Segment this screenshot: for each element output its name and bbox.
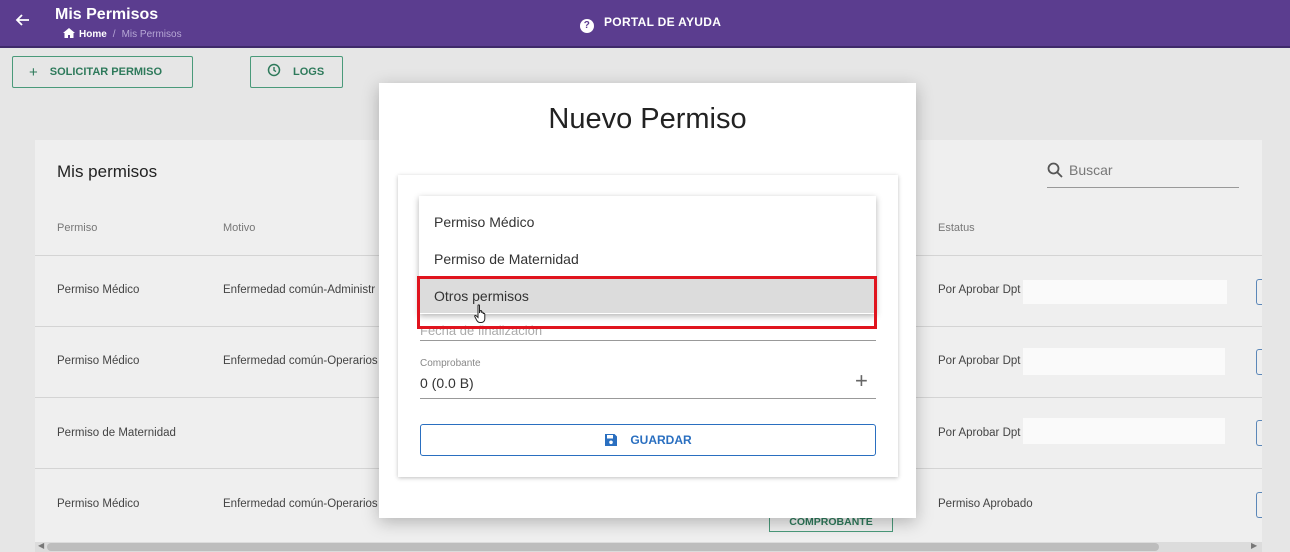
table-cell-permiso: Permiso Médico	[57, 498, 140, 510]
help-portal-link[interactable]: ? PORTAL DE AYUDA	[580, 15, 721, 33]
table-cell-motivo: Enfermedad común-Operarios	[223, 355, 378, 367]
page-title: Mis Permisos	[55, 6, 159, 23]
option-permiso-maternidad[interactable]: Permiso de Maternidad	[419, 240, 876, 276]
end-date-underline	[420, 340, 876, 341]
row-action-button[interactable]	[1256, 420, 1262, 446]
search-placeholder: Buscar	[1069, 162, 1113, 178]
breadcrumb-home[interactable]: Home	[79, 29, 107, 40]
table-cell-estatus: Permiso Aprobado	[938, 498, 1033, 510]
search-icon	[1047, 162, 1063, 178]
scroll-left-arrow-icon[interactable]: ◀	[38, 541, 44, 550]
scroll-right-arrow-icon[interactable]: ▶	[1251, 541, 1257, 550]
table-cell-estatus: Por Aprobar Dpt	[938, 427, 1021, 439]
horizontal-scrollbar[interactable]: ◀ ▶	[35, 541, 1262, 552]
breadcrumb: Home / Mis Permisos	[63, 28, 182, 40]
save-button[interactable]: GUARDAR	[420, 424, 876, 456]
logs-button[interactable]: LOGS	[250, 56, 343, 88]
row-action-button[interactable]	[1256, 279, 1262, 305]
request-permit-label: SOLICITAR PERMISO	[49, 66, 163, 78]
redacted-block	[1023, 348, 1225, 375]
column-header-permiso[interactable]: Permiso	[57, 222, 97, 234]
dialog-title: Nuevo Permiso	[548, 103, 747, 135]
save-label: GUARDAR	[630, 433, 692, 447]
help-icon: ?	[580, 19, 594, 33]
request-permit-button[interactable]: + SOLICITAR PERMISO	[12, 56, 193, 88]
table-cell-permiso: Permiso de Maternidad	[57, 427, 176, 439]
plus-icon: +	[29, 63, 38, 81]
redacted-block	[1023, 418, 1225, 444]
table-cell-motivo: Enfermedad común-Administr	[223, 284, 376, 296]
hand-cursor-icon	[474, 304, 488, 329]
home-icon	[63, 28, 75, 38]
row-action-button[interactable]	[1256, 492, 1262, 518]
table-cell-estatus: Por Aprobar Dpt	[938, 284, 1021, 296]
column-header-estatus[interactable]: Estatus	[938, 222, 975, 234]
table-cell-motivo: Enfermedad común-Operarios	[223, 498, 378, 510]
breadcrumb-current: Mis Permisos	[121, 29, 182, 40]
back-arrow-icon[interactable]	[14, 12, 30, 33]
table-cell-estatus: Por Aprobar Dpt	[938, 355, 1021, 367]
option-permiso-medico[interactable]: Permiso Médico	[419, 203, 876, 239]
comprobante-label: Comprobante	[420, 358, 481, 369]
row-action-button[interactable]	[1256, 349, 1262, 375]
redacted-block	[1023, 280, 1227, 304]
column-header-motivo[interactable]: Motivo	[223, 222, 255, 234]
save-icon	[605, 434, 618, 446]
table-cell-permiso: Permiso Médico	[57, 284, 140, 296]
logs-label: LOGS	[293, 66, 325, 78]
comprobante-underline	[420, 398, 876, 399]
card-title: Mis permisos	[57, 162, 158, 181]
table-cell-permiso: Permiso Médico	[57, 355, 140, 367]
add-file-icon[interactable]: +	[855, 368, 868, 394]
comprobante-value: 0 (0.0 B)	[420, 375, 474, 391]
breadcrumb-separator: /	[112, 29, 116, 40]
history-icon	[267, 63, 281, 81]
search-input[interactable]: Buscar	[1047, 162, 1239, 188]
help-portal-label: PORTAL DE AYUDA	[604, 15, 722, 29]
top-app-bar: Mis Permisos Home / Mis Permisos ? PORTAL D…	[0, 0, 1290, 48]
scrollbar-thumb[interactable]	[47, 543, 1159, 551]
